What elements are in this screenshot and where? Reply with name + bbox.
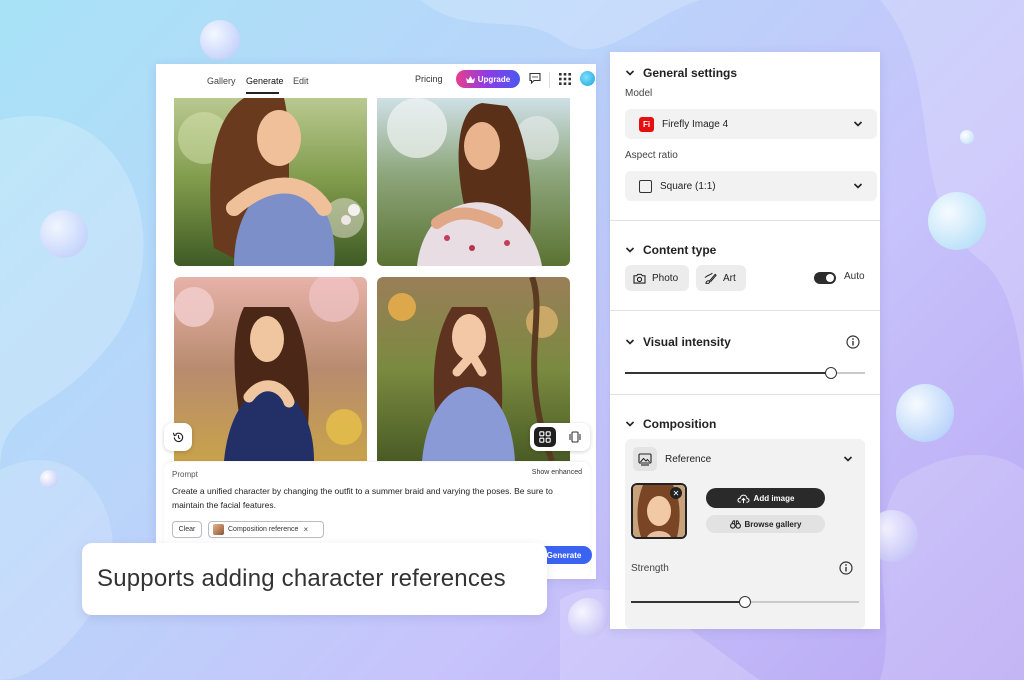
upgrade-button[interactable]: Upgrade: [456, 70, 520, 88]
chip-remove-icon[interactable]: ×: [303, 525, 308, 534]
settings-panel: General settings Model Fi Firefly Image …: [610, 52, 880, 629]
add-image-label: Add image: [753, 493, 795, 503]
history-button[interactable]: [164, 423, 192, 451]
chip-label: Composition reference: [228, 526, 299, 533]
grid-view-button[interactable]: [534, 427, 556, 447]
model-value: Firefly Image 4: [662, 118, 729, 130]
model-dropdown[interactable]: Fi Firefly Image 4: [625, 109, 877, 139]
topbar-divider: [549, 72, 550, 88]
model-label: Model: [625, 88, 653, 99]
reference-label: Reference: [665, 453, 712, 465]
reference-icon-box: [633, 447, 657, 471]
single-view-icon: [569, 431, 581, 443]
reference-header[interactable]: Reference: [633, 447, 711, 471]
visual-intensity-header[interactable]: Visual intensity: [625, 335, 731, 349]
chevron-down-icon: [853, 121, 863, 127]
decor-bubble: [928, 192, 986, 250]
firefly-main-window: Gallery Generate Edit Pricing Upgrade Pr…: [156, 64, 596, 579]
chevron-down-icon: [625, 70, 635, 76]
art-button[interactable]: Art: [696, 265, 746, 291]
history-icon: [172, 432, 183, 442]
caption-banner: Supports adding character references: [82, 543, 547, 615]
comment-icon[interactable]: [529, 72, 541, 84]
chevron-down-icon: [625, 247, 635, 253]
reference-image-icon: [638, 452, 652, 466]
clear-button[interactable]: Clear: [172, 521, 202, 538]
slider-fill: [631, 601, 745, 603]
info-icon[interactable]: [839, 561, 853, 575]
active-tab-indicator: [246, 92, 279, 94]
prompt-input[interactable]: Create a unified character by changing t…: [172, 484, 582, 512]
upload-cloud-icon: [737, 494, 750, 503]
generated-image-3[interactable]: [174, 277, 367, 461]
binoculars-icon: [729, 519, 741, 529]
composition-reference-chip[interactable]: Composition reference ×: [208, 521, 324, 538]
show-enhanced-link[interactable]: Show enhanced: [532, 469, 582, 476]
photo-button[interactable]: Photo: [625, 265, 689, 291]
art-label: Art: [723, 272, 736, 284]
tab-generate[interactable]: Generate: [246, 76, 284, 86]
single-view-button[interactable]: [564, 427, 586, 447]
content-type-title: Content type: [643, 243, 717, 257]
user-avatar[interactable]: [580, 71, 595, 86]
browse-gallery-label: Browse gallery: [744, 519, 802, 529]
generated-image-1[interactable]: [174, 98, 367, 266]
decor-bubble: [568, 598, 608, 638]
aspect-ratio-dropdown[interactable]: Square (1:1): [625, 171, 877, 201]
chevron-down-icon: [853, 183, 863, 189]
decor-bubble: [960, 130, 974, 144]
section-divider: [610, 394, 880, 395]
general-settings-title: General settings: [643, 66, 738, 80]
slider-thumb[interactable]: [739, 596, 751, 608]
art-brush-icon: [704, 272, 717, 284]
pricing-link[interactable]: Pricing: [415, 74, 443, 84]
aspect-ratio-value: Square (1:1): [660, 180, 716, 192]
slider-fill: [625, 372, 832, 374]
visual-intensity-title: Visual intensity: [643, 335, 731, 349]
decor-bubble: [40, 210, 88, 258]
slider-thumb[interactable]: [825, 367, 838, 379]
reference-thumbnail: [213, 524, 224, 535]
chevron-down-icon: [625, 421, 635, 427]
browse-gallery-button[interactable]: Browse gallery: [706, 515, 825, 533]
apps-grid-icon[interactable]: [559, 73, 571, 85]
content-type-header[interactable]: Content type: [625, 243, 716, 257]
general-settings-header[interactable]: General settings: [625, 66, 737, 80]
info-icon[interactable]: [846, 335, 860, 349]
auto-toggle[interactable]: [814, 272, 836, 284]
visual-intensity-slider[interactable]: [625, 367, 865, 379]
view-mode-toggle: [530, 423, 590, 451]
add-image-button[interactable]: Add image: [706, 488, 825, 508]
aspect-ratio-label: Aspect ratio: [625, 150, 678, 161]
tab-edit[interactable]: Edit: [293, 76, 309, 86]
prompt-label: Prompt: [172, 470, 198, 479]
decor-bubble: [200, 20, 240, 60]
section-divider: [610, 220, 880, 221]
reference-section: Reference ✕ Add image Browse gallery Str…: [625, 439, 865, 629]
decor-bubble: [896, 384, 954, 442]
strength-label: Strength: [631, 563, 669, 574]
decor-bubble: [40, 470, 58, 488]
composition-header[interactable]: Composition: [625, 417, 716, 431]
chevron-down-icon: [625, 339, 635, 345]
section-divider: [610, 310, 880, 311]
composition-title: Composition: [643, 417, 717, 431]
generated-image-2[interactable]: [377, 98, 570, 266]
photo-label: Photo: [652, 272, 679, 284]
auto-label: Auto: [844, 271, 865, 282]
grid-view-icon: [539, 431, 551, 443]
chevron-down-icon[interactable]: [843, 454, 853, 464]
upgrade-label: Upgrade: [477, 74, 511, 84]
top-navigation-bar: Gallery Generate Edit Pricing Upgrade: [156, 64, 596, 98]
crown-icon: [465, 75, 475, 83]
tab-gallery[interactable]: Gallery: [207, 76, 236, 86]
camera-icon: [633, 273, 646, 284]
strength-slider[interactable]: [631, 596, 859, 608]
firefly-logo: Fi: [639, 116, 654, 132]
remove-reference-icon[interactable]: ✕: [670, 487, 682, 499]
square-icon: [639, 179, 652, 193]
